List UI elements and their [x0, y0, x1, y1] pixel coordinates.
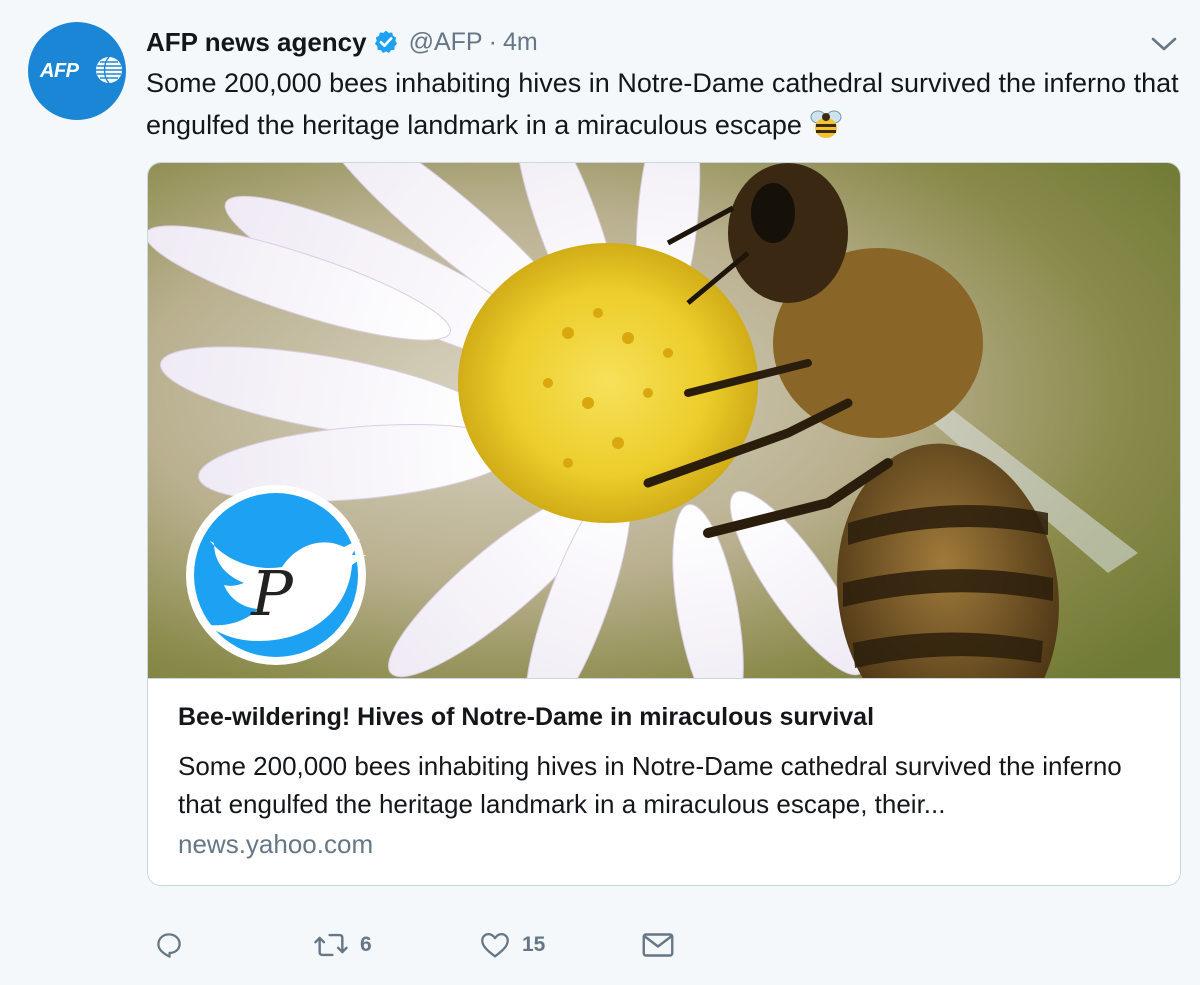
heart-icon: [481, 932, 509, 958]
separator-dot: ·: [488, 27, 497, 56]
card-body[interactable]: Bee-wildering! Hives of Notre-Dame in mi…: [148, 678, 1180, 885]
like-count: 15: [522, 933, 546, 956]
chevron-down-icon[interactable]: [1148, 30, 1180, 58]
bee-emoji-icon: [810, 110, 842, 138]
link-card[interactable]: P Bee-wildering! Hives of Notre-Dame in …: [147, 162, 1181, 886]
card-title[interactable]: Bee-wildering! Hives of Notre-Dame in mi…: [178, 703, 874, 732]
retweet-button[interactable]: 6: [312, 925, 372, 965]
verified-badge-icon: [374, 30, 397, 54]
tweet-text: Some 200,000 bees inhabiting hives in No…: [146, 62, 1191, 146]
like-button[interactable]: 15: [478, 925, 545, 965]
card-domain[interactable]: news.yahoo.com: [178, 829, 373, 860]
author-handle[interactable]: @AFP: [409, 28, 483, 57]
reply-button[interactable]: [152, 925, 196, 965]
reply-icon: [157, 933, 181, 958]
card-image[interactable]: P: [148, 163, 1180, 678]
message-button[interactable]: [640, 925, 676, 965]
globe-icon: [96, 56, 122, 84]
tweet-text-body: Some 200,000 bees inhabiting hives in No…: [146, 68, 1179, 140]
tweet-timestamp[interactable]: 4m: [503, 28, 538, 57]
author-name[interactable]: AFP news agency: [146, 27, 367, 58]
envelope-icon: [642, 933, 674, 957]
watermark-letter: P: [250, 557, 294, 630]
retweet-icon: [314, 933, 348, 957]
card-description: Some 200,000 bees inhabiting hives in No…: [178, 751, 1122, 819]
bee-on-flower-photo: P: [148, 163, 1180, 678]
tweet[interactable]: AFP AFP news agency @AFP · 4m Some 200,0…: [0, 0, 1200, 985]
tweet-actions: 6 15: [0, 925, 1200, 965]
tweet-header: AFP news agency @AFP · 4m: [146, 26, 538, 58]
retweet-count: 6: [360, 933, 372, 956]
author-avatar[interactable]: AFP: [28, 22, 126, 120]
watermark-logo: P: [186, 485, 366, 665]
avatar-logo-text: AFP: [40, 60, 79, 82]
